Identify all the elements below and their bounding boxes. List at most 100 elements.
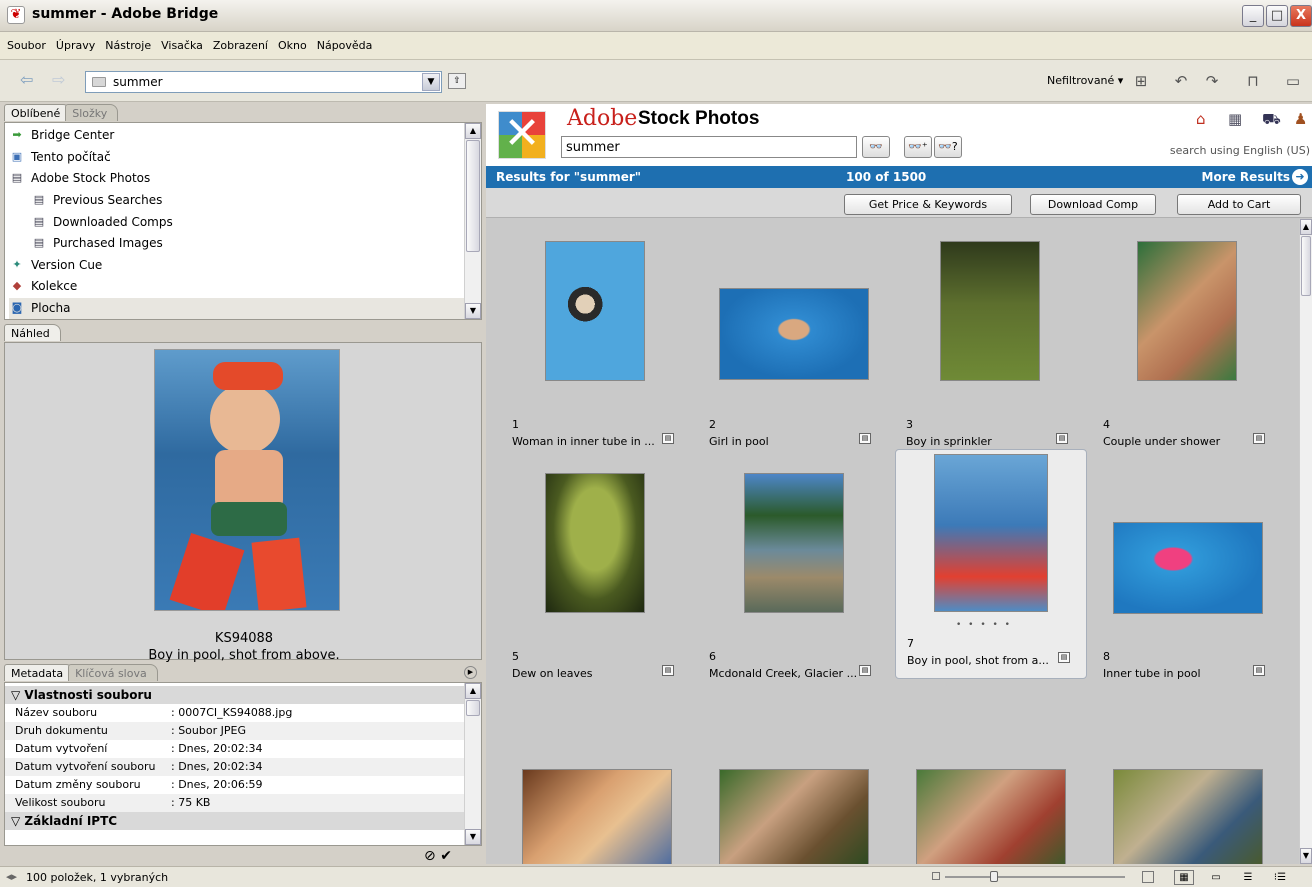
thumbnail-cell-8[interactable]: 8 Inner tube in pool ▤ bbox=[1089, 451, 1279, 681]
thumbnail-cell-4[interactable]: 4 Couple under shower ▤ bbox=[1089, 219, 1279, 449]
trash-icon[interactable]: ⊓ bbox=[1243, 71, 1263, 91]
cancel-icon[interactable]: ⊘ bbox=[424, 848, 436, 864]
thumbnail-cell-9[interactable] bbox=[498, 683, 688, 864]
search-help-button[interactable]: 👓? bbox=[934, 136, 962, 158]
zoom-in-icon[interactable] bbox=[1142, 871, 1154, 883]
tab-slozky[interactable]: Složky bbox=[65, 104, 119, 121]
scroll-up-icon[interactable]: ▲ bbox=[465, 683, 481, 699]
thumbnail-cell-6[interactable]: 6 Mcdonald Creek, Glacier ... ▤ bbox=[695, 451, 885, 681]
apply-check-icon[interactable]: ✔ bbox=[440, 848, 452, 864]
scroll-down-icon[interactable]: ▼ bbox=[465, 829, 481, 845]
filter-dropdown[interactable]: Nefiltrované ▾ bbox=[1047, 74, 1123, 87]
results-count: 100 of 1500 bbox=[846, 170, 927, 184]
rotate-left-icon[interactable]: ↶ bbox=[1171, 71, 1191, 91]
favorite-adobe-stock-photos[interactable]: ▤ Adobe Stock Photos bbox=[9, 168, 464, 189]
more-results-link[interactable]: More Results bbox=[1202, 166, 1290, 188]
scroll-down-icon[interactable]: ▼ bbox=[1300, 848, 1312, 864]
tab-klicova-slova[interactable]: Klíčová slova bbox=[68, 664, 158, 681]
filmstrip-view-icon[interactable]: ▭ bbox=[1206, 870, 1226, 885]
thumbnail-cell-11[interactable] bbox=[892, 683, 1082, 864]
path-dropdown[interactable]: summer ▼ bbox=[85, 71, 442, 93]
menu-napoveda[interactable]: Nápověda bbox=[312, 38, 378, 54]
menu-zobrazeni[interactable]: Zobrazení bbox=[208, 38, 273, 54]
menu-okno[interactable]: Okno bbox=[273, 38, 312, 54]
zoom-slider[interactable] bbox=[945, 876, 1125, 878]
cart-icon[interactable]: ⛟ bbox=[1262, 110, 1281, 130]
comp-icon[interactable]: ▤ bbox=[662, 665, 674, 676]
rotate-right-icon[interactable]: ↷ bbox=[1202, 71, 1222, 91]
parent-folder-icon[interactable]: ⇧ bbox=[448, 73, 466, 89]
scroll-thumb[interactable] bbox=[466, 700, 480, 716]
add-to-cart-button[interactable]: Add to Cart bbox=[1177, 194, 1301, 215]
minimize-button[interactable]: _ bbox=[1242, 5, 1264, 27]
scroll-down-icon[interactable]: ▼ bbox=[465, 303, 481, 319]
advanced-search-button[interactable]: 👓⁺ bbox=[904, 136, 932, 158]
favorite-purchased-images[interactable]: ▤ Purchased Images bbox=[31, 233, 464, 254]
comp-icon[interactable]: ▤ bbox=[859, 433, 871, 444]
panel-toggle-icon[interactable]: ◂▸ bbox=[6, 870, 17, 883]
panel-menu-icon[interactable]: ▶ bbox=[464, 666, 477, 679]
images-icon[interactable]: ▦ bbox=[1228, 110, 1242, 128]
thumbnail-number: 5 bbox=[512, 650, 519, 663]
meta-row: Datum vytvoření: Dnes, 20:02:34 bbox=[15, 742, 263, 755]
bridge-app-icon: ❦ bbox=[7, 6, 25, 24]
menu-soubor[interactable]: Soubor bbox=[2, 38, 51, 54]
thumbnail-cell-1[interactable]: 1 Woman in inner tube in ... ▤ bbox=[498, 219, 688, 449]
favorite-downloaded-comps[interactable]: ▤ Downloaded Comps bbox=[31, 212, 464, 233]
thumbnail-cell-2[interactable]: 2 Girl in pool ▤ bbox=[695, 219, 885, 449]
metadata-scrollbar[interactable]: ▲ ▼ bbox=[464, 683, 481, 845]
comp-icon[interactable]: ▤ bbox=[1253, 433, 1265, 444]
new-folder-icon[interactable]: ⊞ bbox=[1131, 71, 1151, 91]
arrow-right-icon[interactable]: ➜ bbox=[1292, 169, 1308, 185]
favorite-bridge-center[interactable]: ➡ Bridge Center bbox=[9, 125, 464, 146]
scroll-up-icon[interactable]: ▲ bbox=[465, 123, 481, 139]
chevron-down-icon[interactable]: ▼ bbox=[422, 73, 440, 91]
rating-dots[interactable]: • • • • • bbox=[956, 620, 1012, 630]
search-binoculars-button[interactable]: 👓 bbox=[862, 136, 890, 158]
comp-icon[interactable]: ▤ bbox=[1253, 665, 1265, 676]
thumbnail-view-icon[interactable]: ▦ bbox=[1174, 870, 1194, 885]
tab-nahled[interactable]: Náhled bbox=[4, 324, 61, 341]
menu-nastroje[interactable]: Nástroje bbox=[100, 38, 156, 54]
comp-icon[interactable]: ▤ bbox=[1056, 433, 1068, 444]
account-icon[interactable]: ♟ bbox=[1294, 110, 1307, 128]
comp-icon[interactable]: ▤ bbox=[859, 665, 871, 676]
grid-scrollbar[interactable]: ▲ ▼ bbox=[1299, 219, 1312, 864]
thumbnail-cell-7[interactable]: • • • • • 7 Boy in pool, shot from a... … bbox=[895, 449, 1087, 679]
thumbnail-cell-10[interactable] bbox=[695, 683, 885, 864]
favorites-scrollbar[interactable]: ▲ ▼ bbox=[464, 123, 481, 319]
scroll-thumb[interactable] bbox=[1301, 236, 1311, 296]
section-iptc-core[interactable]: ▽ Základní IPTC bbox=[5, 812, 465, 830]
scroll-thumb[interactable] bbox=[466, 140, 480, 252]
favorite-plocha[interactable]: ◙ Plocha bbox=[9, 298, 464, 319]
menu-visacka[interactable]: Visačka bbox=[156, 38, 208, 54]
comp-icon[interactable]: ▤ bbox=[662, 433, 674, 444]
compact-mode-icon[interactable]: ▭ bbox=[1283, 71, 1303, 91]
home-icon[interactable]: ⌂ bbox=[1196, 110, 1206, 128]
back-arrow-icon[interactable]: ⇦ bbox=[20, 72, 40, 88]
tab-oblibene[interactable]: Oblíbené bbox=[4, 104, 72, 121]
scroll-up-icon[interactable]: ▲ bbox=[1300, 219, 1312, 235]
zoom-slider-knob[interactable] bbox=[990, 871, 998, 882]
thumbnail-cell-5[interactable]: 5 Dew on leaves ▤ bbox=[498, 451, 688, 681]
favorite-version-cue[interactable]: ✦ Version Cue bbox=[9, 255, 464, 276]
maximize-button[interactable]: □ bbox=[1266, 5, 1288, 27]
tab-metadata[interactable]: Metadata bbox=[4, 664, 75, 681]
download-comp-button[interactable]: Download Comp bbox=[1030, 194, 1156, 215]
close-button[interactable]: X bbox=[1290, 5, 1312, 27]
details-view-icon[interactable]: ☰ bbox=[1238, 870, 1258, 885]
section-file-properties[interactable]: ▽ Vlastnosti souboru bbox=[5, 686, 465, 704]
stock-search-input[interactable]: summer bbox=[561, 136, 857, 158]
favorite-previous-searches[interactable]: ▤ Previous Searches bbox=[31, 190, 464, 211]
thumbnail-cell-12[interactable] bbox=[1089, 683, 1279, 864]
versions-view-icon[interactable]: ⁝☰ bbox=[1270, 870, 1290, 885]
thumbnail-cell-3[interactable]: 3 Boy in sprinkler ▤ bbox=[892, 219, 1082, 449]
get-price-keywords-button[interactable]: Get Price & Keywords bbox=[844, 194, 1012, 215]
comp-icon[interactable]: ▤ bbox=[1058, 652, 1070, 663]
snorkel-mask bbox=[213, 362, 283, 390]
forward-arrow-icon[interactable]: ⇨ bbox=[52, 72, 72, 88]
favorite-computer[interactable]: ▣ Tento počítač bbox=[9, 147, 464, 168]
zoom-out-icon[interactable] bbox=[932, 872, 940, 880]
menu-upravy[interactable]: Úpravy bbox=[51, 38, 100, 54]
favorite-kolekce[interactable]: ◆ Kolekce bbox=[9, 276, 464, 297]
